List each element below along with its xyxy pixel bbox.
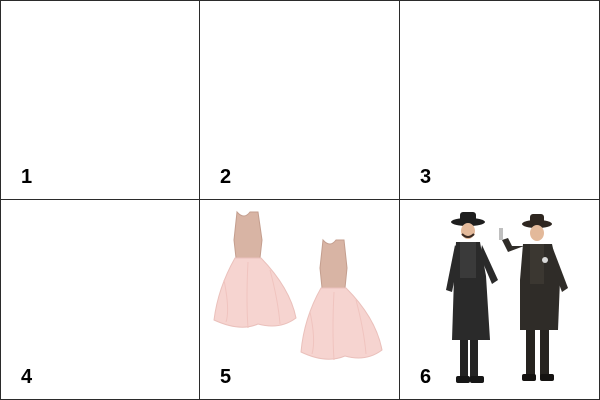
grid-cell-5[interactable]: 5 [200,200,400,399]
cell-number: 4 [21,366,33,388]
cell-number: 5 [220,366,232,388]
cell-number: 6 [420,366,432,388]
grid-cell-1[interactable]: 1 [1,1,200,200]
grid-cell-4[interactable]: 4 [1,200,200,399]
grid-cell-2[interactable]: 2 [200,1,400,200]
grid-cell-3[interactable]: 3 [400,1,599,200]
image-choice-grid: 1 2 3 4 5 6 [0,0,600,400]
cell-number: 1 [21,166,33,188]
tutu-dress-left [213,210,297,329]
cell-number: 2 [220,166,232,188]
cowboy-figure-left [446,212,498,383]
sheriff-figure-right [499,214,568,381]
grid-cell-6[interactable]: 6 [400,200,599,399]
cell-number: 3 [420,166,432,188]
tutu-dress-right [300,238,383,361]
